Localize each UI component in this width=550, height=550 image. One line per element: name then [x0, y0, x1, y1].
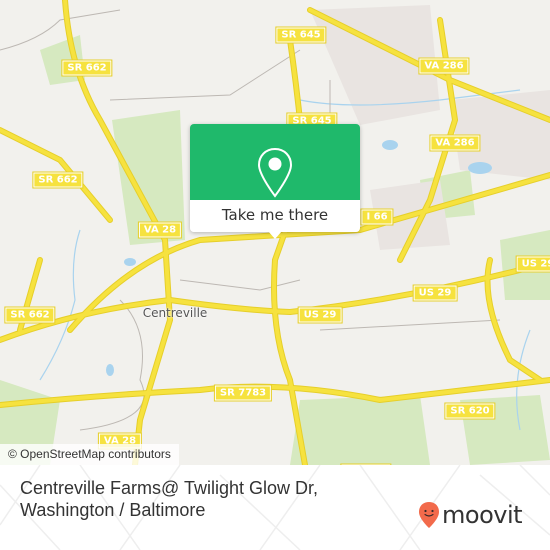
footer: Centreville Farms@ Twilight Glow Dr, Was… — [0, 465, 550, 550]
minor-road — [179, 279, 301, 291]
road-shield: US 29 — [412, 284, 458, 302]
road-shield: US 29 — [515, 255, 550, 273]
road-shield: US 29 — [297, 306, 343, 324]
road-shield: SR 620 — [444, 402, 496, 420]
map-pin-icon — [257, 147, 293, 198]
take-me-there-button[interactable]: Take me there — [190, 200, 360, 232]
park-area — [290, 395, 430, 465]
road-shield: SR 662 — [4, 306, 56, 324]
road-shield: SR 662 — [61, 59, 113, 77]
road-shield: VA 286 — [418, 57, 470, 75]
road-shield: VA 28 — [137, 221, 183, 239]
minor-road — [319, 319, 501, 331]
location-title: Centreville Farms@ Twilight Glow Dr, Was… — [20, 478, 319, 520]
map[interactable]: SR 645 SR 662 VA 286 SR 645 SR 662 VA 28… — [0, 0, 550, 465]
minor-road — [109, 49, 301, 101]
map-attribution[interactable]: © OpenStreetMap contributors — [0, 444, 179, 465]
city-label: Centreville — [142, 306, 208, 320]
road-shield: SR 7783 — [213, 384, 273, 402]
popup-tail — [268, 231, 282, 239]
moovit-logo[interactable]: moovit — [418, 501, 523, 529]
location-popup: Take me there — [190, 124, 360, 239]
pond — [124, 258, 136, 266]
road-shield: VA 286 — [429, 134, 481, 152]
pond — [468, 162, 492, 174]
moovit-wordmark: moovit — [442, 501, 523, 529]
road-shield: SR 645 — [340, 463, 392, 465]
road-shield: I 66 — [360, 208, 394, 226]
road-shield: SR 662 — [32, 171, 84, 189]
moovit-pin-icon — [419, 502, 439, 528]
stream — [39, 229, 81, 381]
road-shield: SR 645 — [275, 26, 327, 44]
popup-header — [190, 124, 360, 200]
pond — [382, 140, 398, 150]
pond — [106, 364, 114, 376]
